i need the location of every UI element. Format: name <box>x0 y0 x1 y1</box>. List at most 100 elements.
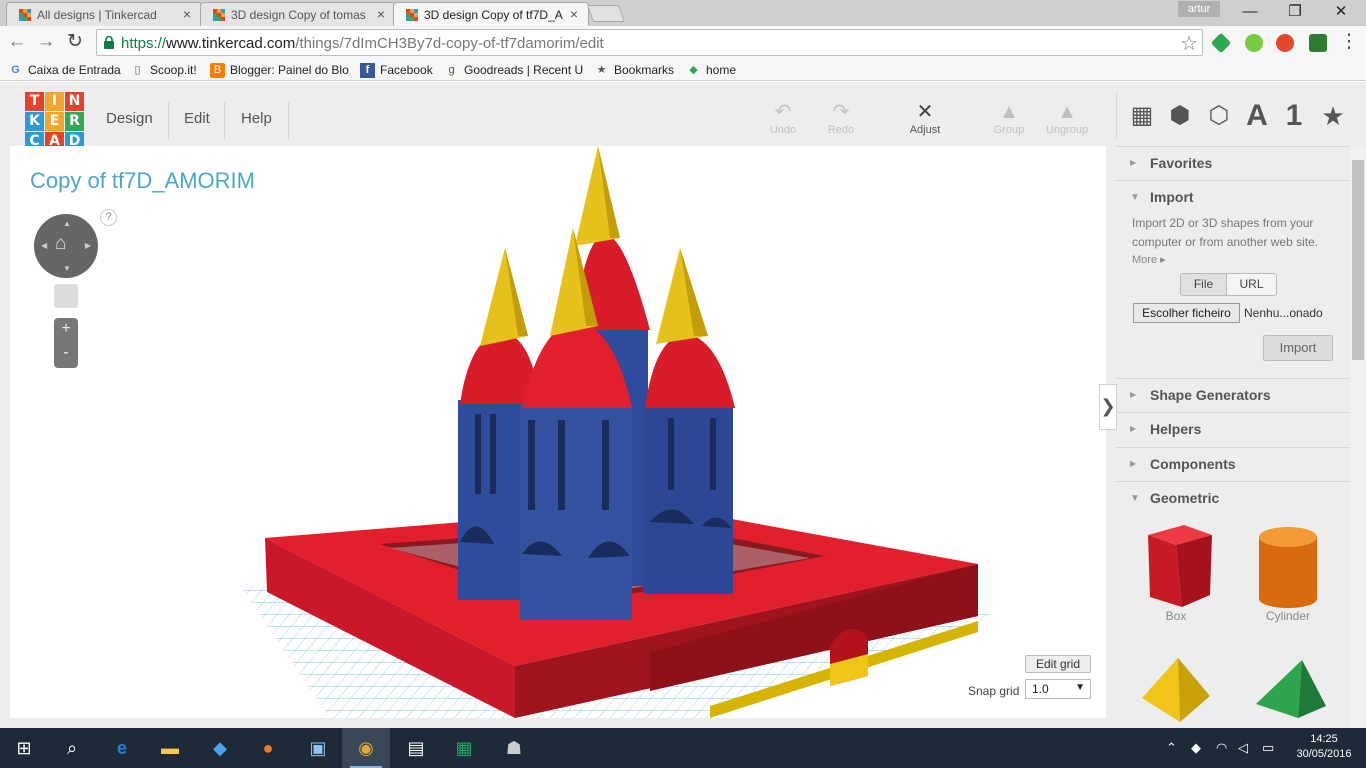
show-hidden-icons[interactable]: ⌃ <box>1166 728 1177 768</box>
google-icon: G <box>11 64 20 76</box>
edit-grid-button[interactable]: Edit grid <box>1025 655 1091 673</box>
section-shape-generators[interactable]: ▶ Shape Generators <box>1116 378 1350 412</box>
favorites-star-icon[interactable]: ★ <box>1317 100 1349 132</box>
shape-pyramid[interactable] <box>1126 652 1226 728</box>
reload-button[interactable]: ↻ <box>64 31 86 53</box>
close-tab-icon[interactable]: × <box>183 6 191 22</box>
back-button[interactable]: ← <box>6 31 28 53</box>
url-text: https://www.tinkercad.com/things/7dImCH3… <box>121 35 604 52</box>
ungroup-button[interactable]: ▲ Ungroup <box>1039 100 1095 136</box>
group-button[interactable]: ▲ Group <box>981 100 1037 136</box>
section-geometric[interactable]: ▼ Geometric <box>1116 481 1350 515</box>
sidebar-scrollbar[interactable] <box>1350 146 1366 728</box>
dropbox-tray-icon[interactable]: ◆ <box>1191 728 1201 768</box>
menu-edit[interactable]: Edit <box>184 110 210 127</box>
undo-button[interactable]: ↶ Undo <box>755 100 811 136</box>
sidebar-collapse-button[interactable]: ❯ <box>1099 384 1117 430</box>
section-favorites[interactable]: ▶ Favorites <box>1116 146 1350 180</box>
adjust-button[interactable]: ✕ Adjust <box>897 100 953 136</box>
import-file-tab[interactable]: File <box>1180 273 1227 296</box>
import-button[interactable]: Import <box>1263 335 1333 361</box>
browser-tab[interactable]: All designs | Tinkercad × <box>6 2 202 26</box>
orbit-left-icon[interactable]: ◀ <box>41 241 47 250</box>
volume-icon[interactable]: ◁ <box>1238 728 1248 768</box>
bookmark-item[interactable]: g Goodreads | Recent U <box>444 62 583 79</box>
close-tab-icon[interactable]: × <box>377 6 385 22</box>
extension-green-icon[interactable] <box>1245 34 1263 52</box>
browser-tab[interactable]: 3D design Copy of tomas × <box>200 2 396 26</box>
edge-browser-icon[interactable]: e <box>98 728 146 768</box>
grid-view-icon[interactable]: ▦ <box>1126 100 1158 132</box>
more-link[interactable]: More ▸ <box>1132 253 1166 266</box>
choose-file-button[interactable]: Escolher ficheiro <box>1133 303 1240 323</box>
bookmark-item[interactable]: B Blogger: Painel do Blo <box>210 62 349 79</box>
firefox-icon[interactable]: ● <box>244 728 292 768</box>
excel-icon[interactable]: ▦ <box>440 728 488 768</box>
close-tab-icon[interactable]: × <box>570 6 578 22</box>
bookmark-item[interactable]: ▯ Scoop.it! <box>130 62 196 79</box>
wireframe-view-icon[interactable]: ⬡ <box>1203 100 1235 132</box>
design-title[interactable]: Copy of tf7D_AMORIM <box>30 168 255 194</box>
close-window-button[interactable]: ✕ <box>1321 2 1361 22</box>
help-icon[interactable]: ? <box>100 209 117 226</box>
redo-button[interactable]: ↷ Redo <box>813 100 869 136</box>
import-description: Import 2D or 3D shapes from your compute… <box>1132 216 1319 249</box>
snap-grid-select[interactable]: 1.0 ▼ <box>1025 679 1091 699</box>
wifi-icon[interactable]: ◠ <box>1216 728 1227 768</box>
bookmark-star-icon[interactable]: ☆ <box>1180 31 1198 56</box>
logo-letter: K <box>25 112 44 131</box>
cube-view-icon[interactable]: ⬢ <box>1164 100 1196 132</box>
windows-start-icon[interactable]: ⊞ <box>0 728 48 768</box>
import-url-tab[interactable]: URL <box>1226 273 1277 296</box>
bookmark-item[interactable]: ★ Bookmarks <box>594 62 674 79</box>
menu-design[interactable]: Design <box>106 110 153 127</box>
feedly-extension-icon[interactable] <box>1210 32 1232 54</box>
scrollbar-thumb[interactable] <box>1352 160 1364 360</box>
minimize-button[interactable]: — <box>1230 2 1270 22</box>
zoom-in-button[interactable]: + <box>54 320 78 338</box>
section-helpers[interactable]: ▶ Helpers <box>1116 412 1350 446</box>
orbit-up-icon[interactable]: ▲ <box>63 219 71 228</box>
section-import[interactable]: ▼ Import <box>1116 180 1350 214</box>
workplane-viewport[interactable]: Copy of tf7D_AMORIM ⌂ ▲ ▼ ◀ ▶ ? + - Edit… <box>10 146 1106 718</box>
blogger-icon: B <box>210 63 225 78</box>
shape-box[interactable]: Box <box>1126 521 1226 623</box>
shape-cylinder[interactable]: Cylinder <box>1238 521 1338 623</box>
castle-3d-model[interactable] <box>10 146 1106 718</box>
profile-badge[interactable]: artur <box>1178 1 1220 17</box>
address-bar[interactable]: https://www.tinkercad.com/things/7dImCH3… <box>96 29 1203 56</box>
bookmark-item[interactable]: ◆ home <box>686 62 736 79</box>
number-shapes-icon[interactable]: 1 <box>1278 100 1310 132</box>
file-explorer-icon[interactable]: ▬ <box>146 728 194 768</box>
tinkercad-logo[interactable]: T I N K E R C A D <box>25 92 85 152</box>
bookmark-item[interactable]: f Facebook <box>360 62 433 79</box>
app-taskbar-icon[interactable]: ☗ <box>490 728 538 768</box>
search-icon[interactable]: ⌕ <box>48 728 96 768</box>
view-navigation-control[interactable]: ⌂ ▲ ▼ ◀ ▶ <box>34 214 98 278</box>
home-view-icon[interactable]: ⌂ <box>55 233 66 255</box>
extension-shield-icon[interactable] <box>1309 34 1327 52</box>
redo-icon: ↷ <box>832 101 850 123</box>
maximize-button[interactable]: ❐ <box>1275 2 1315 22</box>
chrome-menu-icon[interactable]: ⋮ <box>1338 31 1360 53</box>
clock[interactable]: 14:25 30/05/2016 <box>1288 732 1360 762</box>
menu-help[interactable]: Help <box>241 110 272 127</box>
orbit-right-icon[interactable]: ▶ <box>85 241 91 250</box>
bookmark-item[interactable]: G Caixa de Entrada <box>8 62 121 79</box>
orbit-down-icon[interactable]: ▼ <box>63 264 71 273</box>
extension-red-icon[interactable] <box>1276 34 1294 52</box>
control-panel-icon[interactable]: ▣ <box>294 728 342 768</box>
zoom-out-button[interactable]: - <box>54 344 78 362</box>
shape-roof[interactable] <box>1238 652 1338 728</box>
notifications-icon[interactable]: ▭ <box>1262 728 1274 768</box>
view-cube-button[interactable] <box>54 284 78 308</box>
dropbox-icon[interactable]: ◆ <box>196 728 244 768</box>
store-icon[interactable]: ▤ <box>392 728 440 768</box>
section-components[interactable]: ▶ Components <box>1116 447 1350 481</box>
text-shapes-icon[interactable]: A <box>1241 100 1273 132</box>
new-tab-button[interactable] <box>586 5 626 22</box>
logo-letter: N <box>65 92 84 111</box>
chrome-taskbar-icon[interactable]: ◉ <box>342 728 390 768</box>
browser-tab-active[interactable]: 3D design Copy of tf7D_A × <box>393 2 589 27</box>
forward-button[interactable]: → <box>35 31 57 53</box>
